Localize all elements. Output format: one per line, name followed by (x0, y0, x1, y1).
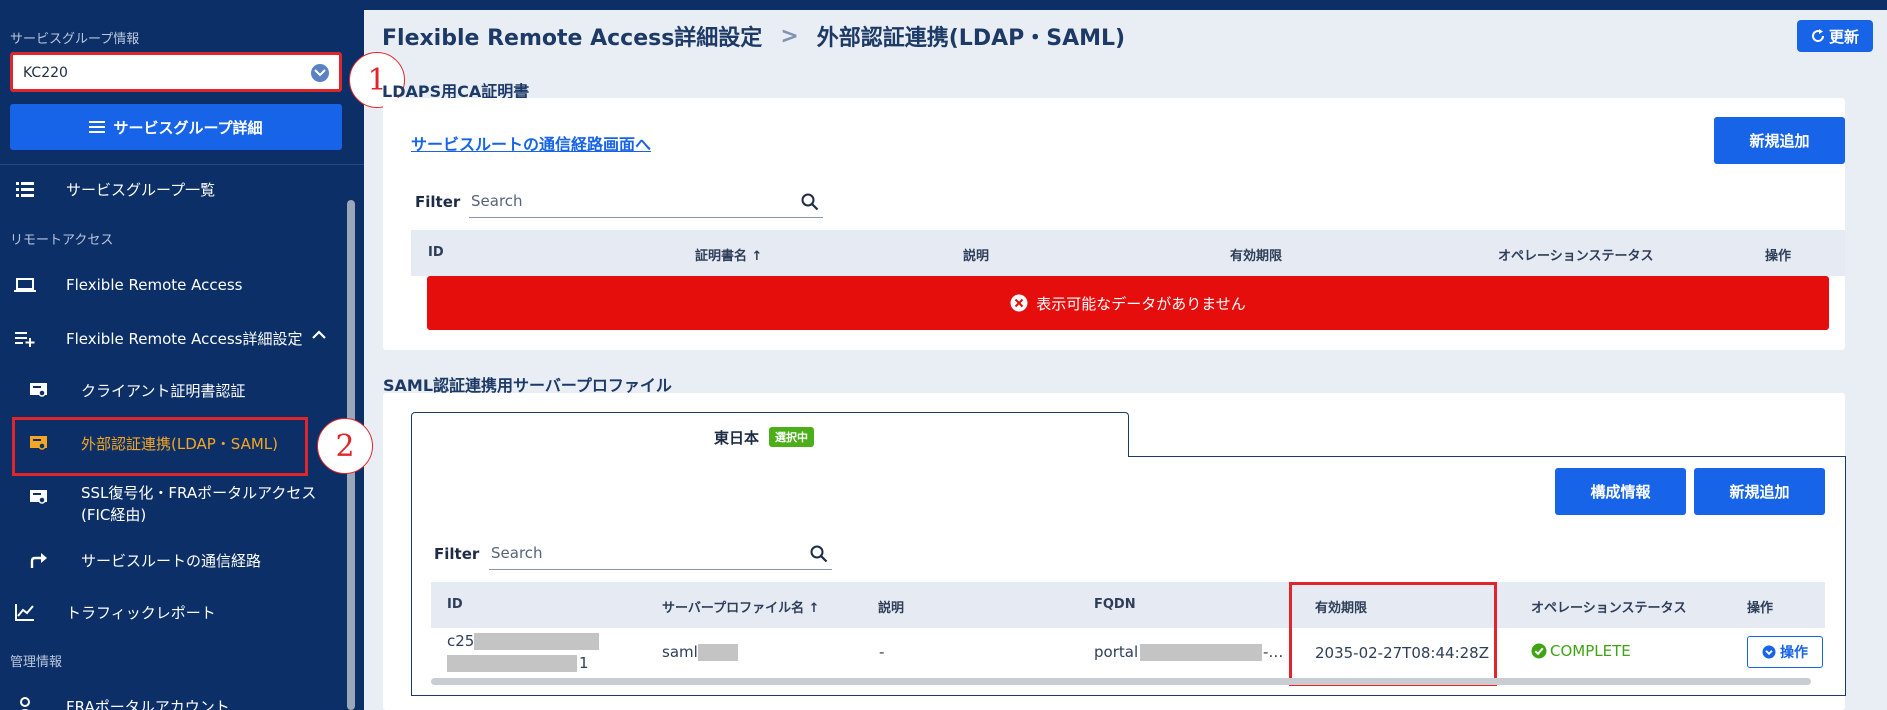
saml-search-placeholder: Search (491, 544, 543, 562)
redacted-mask (698, 644, 738, 661)
row-status-text: COMPLETE (1550, 642, 1631, 660)
row-fqdn-suffix: -… (1263, 643, 1284, 661)
col-action: 操作 (1747, 601, 1774, 616)
sidebar-item-traffic-report[interactable]: トラフィックレポート (0, 590, 364, 634)
certificate-icon (30, 383, 47, 397)
row-fqdn-prefix: portal (1094, 643, 1139, 661)
no-data-banner: 表示可能なデータがありません (427, 276, 1829, 330)
tab-east-label: 東日本 (714, 429, 760, 447)
refresh-button[interactable]: 更新 (1797, 20, 1873, 52)
sidebar-item-client-cert[interactable]: クライアント証明書認証 (0, 368, 364, 412)
col-cert-name[interactable]: 証明書名 ↑ (695, 245, 762, 264)
sidebar: サービスグループ情報 KC220 サービスグループ詳細 サービスグループ一覧 リ… (0, 0, 364, 710)
selected-badge: 選択中 (769, 427, 814, 447)
certificate-icon (30, 490, 47, 504)
highlight-box-ldap (12, 417, 308, 476)
list-lines-icon (89, 121, 106, 133)
search-icon[interactable] (810, 545, 828, 563)
sidebar-item-service-group-list[interactable]: サービスグループ一覧 (0, 167, 364, 211)
laptop-icon (14, 278, 36, 292)
col-action: 操作 (1765, 249, 1792, 264)
top-strip (364, 0, 1887, 10)
service-group-label: サービスグループ情報 (10, 32, 140, 47)
sidebar-item-label: Flexible Remote Access (66, 276, 243, 294)
playlist-add-icon (15, 332, 35, 347)
chart-line-icon (15, 604, 34, 621)
table-horizontal-scrollbar[interactable] (431, 678, 1811, 685)
redacted-mask (1140, 644, 1262, 661)
sidebar-item-label: サービスルートの通信経路 (81, 551, 262, 570)
sidebar-item-label: サービスグループ一覧 (66, 180, 216, 199)
list-icon (16, 182, 34, 197)
section-remote-access: リモートアクセス (10, 233, 114, 248)
service-group-detail-label: サービスグループ詳細 (113, 118, 263, 137)
row-id-suffix: 1 (579, 654, 589, 672)
chevron-down-circle-icon (1762, 645, 1776, 659)
sidebar-item-label-line2: (FIC経由) (81, 506, 147, 524)
sidebar-item-label: FRAポータルアカウント (66, 697, 230, 710)
col-fqdn: FQDN (1094, 597, 1136, 612)
section-management: 管理情報 (10, 655, 63, 670)
search-icon[interactable] (801, 193, 819, 211)
tab-east-japan[interactable]: 東日本 選択中 (411, 412, 1129, 457)
refresh-icon (1811, 29, 1824, 42)
saml-add-button[interactable]: 新規追加 (1694, 468, 1825, 515)
service-group-detail-button[interactable]: サービスグループ詳細 (10, 104, 342, 150)
sidebar-item-fra-detail[interactable]: Flexible Remote Access詳細設定 (0, 316, 364, 360)
sidebar-item-service-route[interactable]: サービスルートの通信経路 (0, 538, 364, 582)
row-description: - (879, 643, 885, 661)
col-id[interactable]: ID (428, 245, 444, 260)
breadcrumb-separator: > (780, 23, 799, 49)
row-action-label: 操作 (1780, 645, 1808, 661)
refresh-label: 更新 (1828, 27, 1859, 46)
col-op-status: オペレーションステータス (1531, 601, 1687, 616)
ca-search-input[interactable]: Search (469, 188, 823, 218)
col-description: 説明 (878, 601, 905, 616)
check-circle-icon (1531, 643, 1547, 659)
row-id-prefix: c25 (447, 632, 475, 650)
sidebar-item-ssl-decrypt[interactable]: SSL復号化・FRAポータルアクセス (FIC経由) (0, 480, 364, 532)
sidebar-item-label: クライアント証明書認証 (81, 381, 246, 400)
saml-table-header: ID サーバープロファイル名 ↑ 説明 FQDN 有効期限 オペレーションステー… (431, 582, 1825, 628)
col-description: 説明 (963, 249, 990, 264)
no-data-text: 表示可能なデータがありません (1036, 294, 1246, 313)
saml-search-input[interactable]: Search (489, 540, 832, 570)
service-group-value: KC220 (23, 65, 68, 81)
breadcrumb-current: 外部認証連携(LDAP・SAML) (816, 26, 1126, 51)
error-circle-icon (1010, 294, 1028, 312)
config-info-button[interactable]: 構成情報 (1555, 468, 1686, 515)
row-status: COMPLETE (1531, 642, 1631, 660)
breadcrumb: Flexible Remote Access詳細設定 > 外部認証連携(LDAP… (382, 20, 1125, 52)
row-action-button[interactable]: 操作 (1747, 636, 1823, 668)
sidebar-item-label: Flexible Remote Access詳細設定 (66, 329, 303, 348)
ca-filter-label: Filter (415, 193, 461, 211)
service-route-link[interactable]: サービスルートの通信経路画面へ (411, 131, 651, 155)
callout-2: 2 (317, 418, 373, 474)
breadcrumb-parent[interactable]: Flexible Remote Access詳細設定 (382, 20, 762, 52)
sidebar-item-fra[interactable]: Flexible Remote Access (0, 263, 364, 307)
col-profile-name[interactable]: サーバープロファイル名 ↑ (662, 597, 820, 616)
sidebar-item-label: トラフィックレポート (66, 603, 216, 622)
col-expiry: 有効期限 (1230, 249, 1283, 264)
sidebar-item-portal-account[interactable]: FRAポータルアカウント (0, 684, 364, 710)
col-id[interactable]: ID (447, 597, 463, 612)
person-icon (20, 697, 30, 710)
sidebar-divider (0, 164, 364, 165)
sidebar-item-label: SSL復号化・FRAポータルアクセス (81, 484, 317, 502)
redacted-mask (447, 655, 577, 672)
route-arrow-icon (30, 553, 47, 568)
redacted-mask (474, 633, 599, 650)
ca-add-button[interactable]: 新規追加 (1714, 117, 1845, 164)
ca-search-placeholder: Search (471, 192, 523, 210)
saml-filter-label: Filter (434, 545, 480, 563)
service-group-select[interactable]: KC220 (10, 52, 342, 92)
col-op-status: オペレーションステータス (1498, 249, 1654, 264)
ca-table-header: ID 証明書名 ↑ 説明 有効期限 オペレーションステータス 操作 (411, 230, 1845, 276)
highlight-box-expiry (1289, 582, 1497, 686)
chevron-up-icon[interactable] (312, 330, 326, 340)
chevron-down-icon (311, 64, 329, 82)
